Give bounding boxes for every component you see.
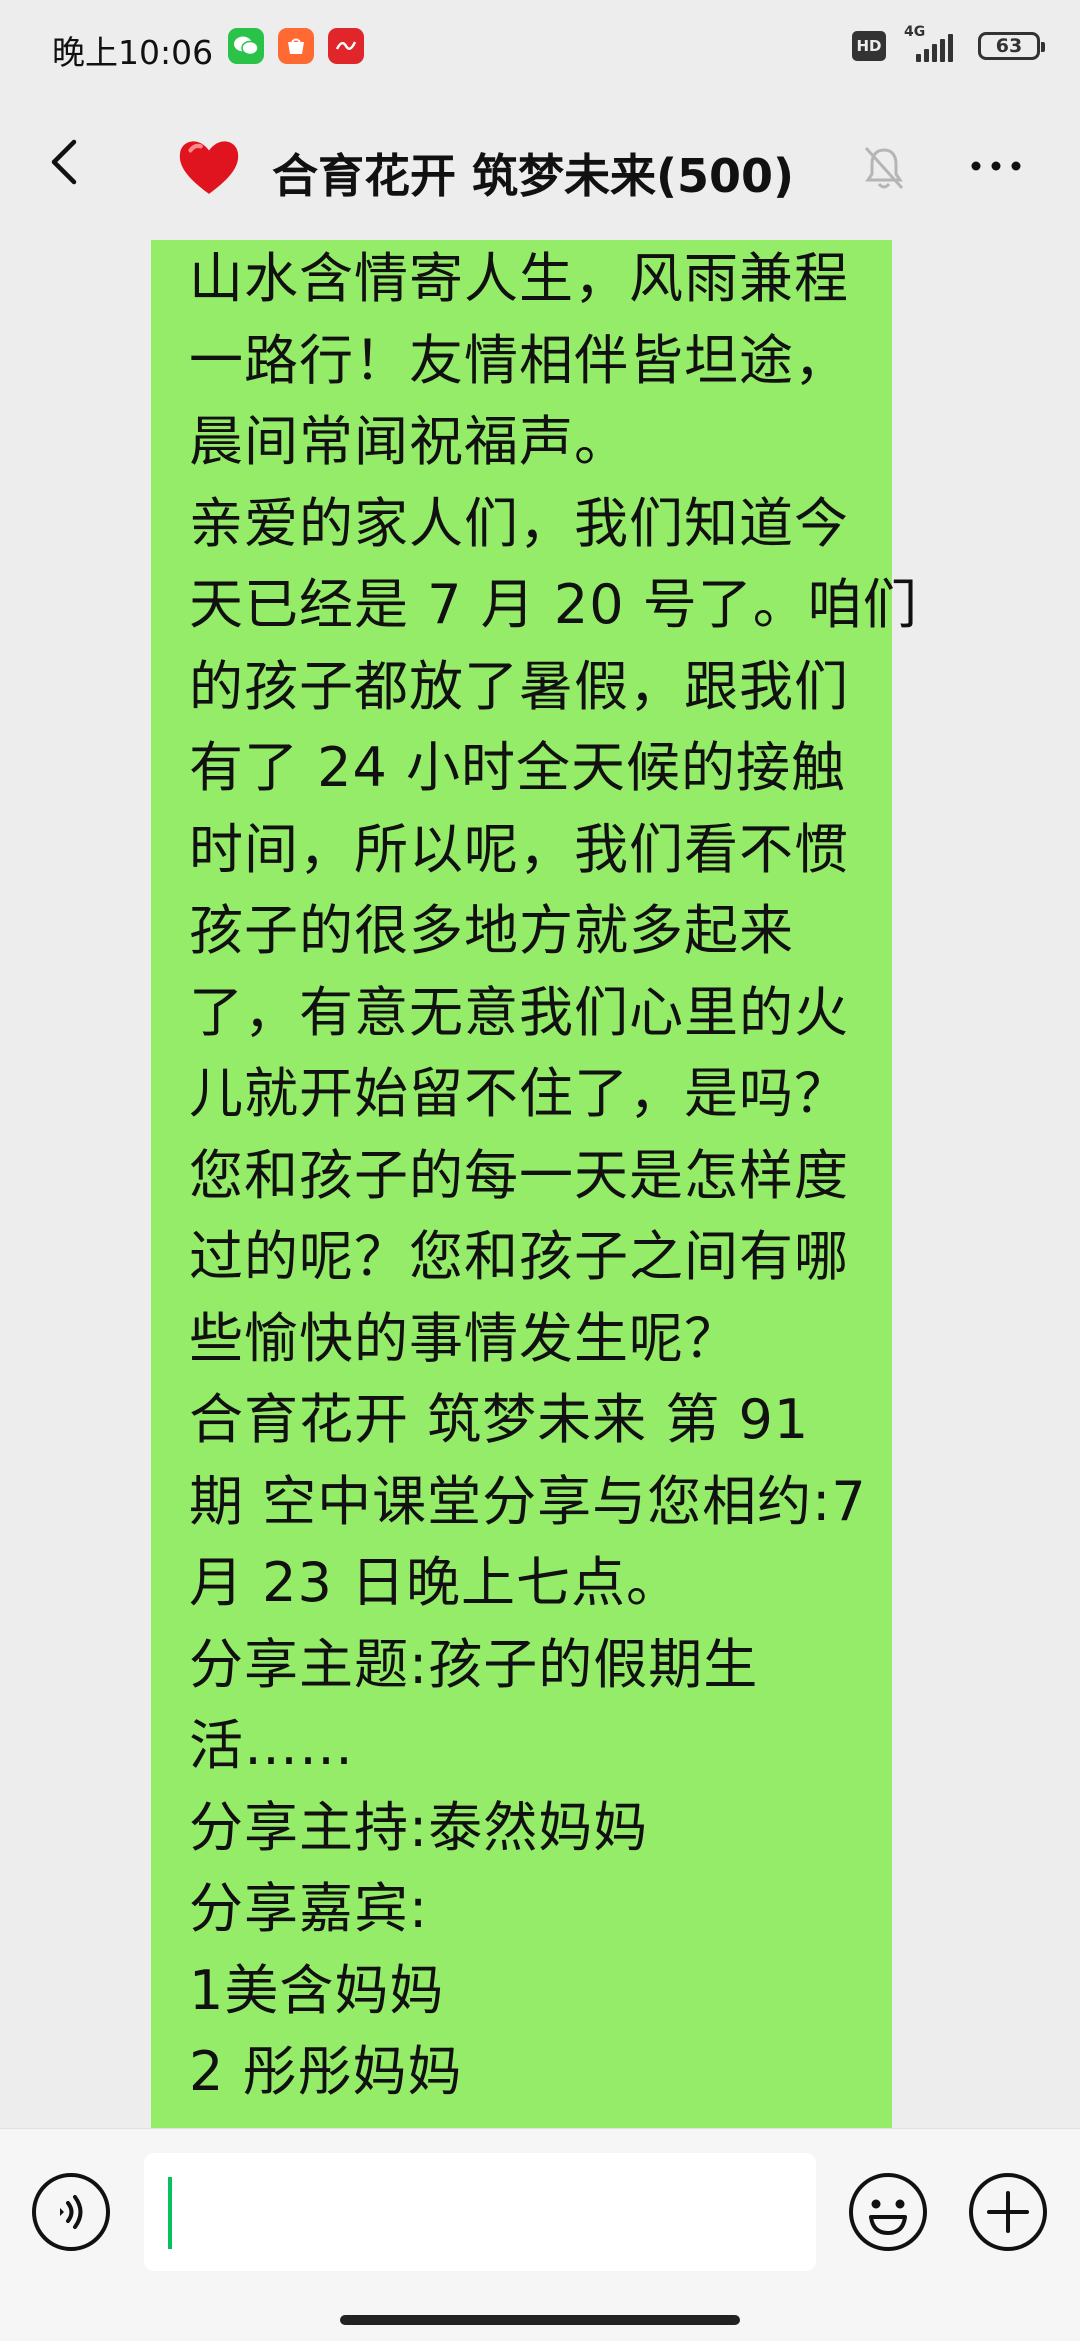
message-line: 活…… (189, 1714, 354, 1777)
message-line: 分享主持:泰然妈妈 (189, 1795, 649, 1859)
message-line: 分享主题:孩子的假期生 (189, 1632, 759, 1696)
message-line: 过的呢？您和孩子之间有哪 (189, 1225, 849, 1288)
more-options-icon[interactable] (966, 146, 1026, 186)
message-bubble[interactable]: 山水含情寄人生，风雨兼程 一路行！友情相伴皆坦途， 晨间常闻祝福声。 亲爱的家人… (151, 240, 918, 2128)
signal-icon: 4G (900, 24, 964, 64)
home-indicator[interactable] (340, 2315, 740, 2325)
message-line: 您和孩子的每一天是怎样度 (189, 1143, 849, 1207)
wechat-icon (228, 28, 264, 64)
message-line: 孩子的很多地方就多起来 (189, 899, 794, 962)
battery-icon: 63 (978, 32, 1045, 60)
battery-level: 63 (995, 35, 1023, 57)
back-arrow-icon[interactable] (36, 132, 96, 192)
message-line: 2 彤彤妈妈 (189, 2040, 463, 2103)
message-line: 月 23 日晚上七点。 (189, 1551, 682, 1614)
message-line: 分享嘉宾: (189, 1877, 429, 1940)
message-line: 儿就开始留不住了，是吗？ (189, 1062, 849, 1125)
emoji-icon[interactable] (847, 2171, 929, 2253)
chat-header: 合育花开 筑梦未来(500) (0, 96, 1080, 240)
message-line: 合育花开 筑梦未来 第 91 (189, 1388, 810, 1451)
text-caret (168, 2177, 172, 2249)
chat-title: 合育花开 筑梦未来(500) (272, 149, 795, 203)
message-line: 些愉快的事情发生呢？ (189, 1306, 739, 1370)
mute-bell-icon (864, 146, 904, 190)
message-line: 天已经是 7 月 20 号了。咱们 (189, 573, 918, 636)
message-line: 期 空中课堂分享与您相约:7 (189, 1469, 867, 1533)
message-text: 山水含情寄人生，风雨兼程 一路行！友情相伴皆坦途， 晨间常闻祝福声。 亲爱的家人… (189, 240, 918, 2113)
message-line: 晨间常闻祝福声。 (189, 410, 629, 473)
message-line: 亲爱的家人们，我们知道今 (189, 491, 849, 555)
status-time: 晚上10:06 (52, 33, 214, 72)
shopping-bag-icon (278, 28, 314, 64)
message-line: 一路行！友情相伴皆坦途， (189, 328, 849, 392)
message-line: 1美含妈妈 (189, 1958, 445, 2022)
hd-badge: HD (852, 31, 886, 61)
message-line: 了，有意无意我们心里的火 (189, 980, 849, 1044)
voice-input-icon[interactable] (30, 2171, 112, 2253)
chat-message-list[interactable]: 山水含情寄人生，风雨兼程 一路行！友情相伴皆坦途， 晨间常闻祝福声。 亲爱的家人… (0, 240, 1080, 2128)
message-line: 山水含情寄人生，风雨兼程 (189, 247, 849, 310)
message-line: 的孩子都放了暑假，跟我们 (189, 654, 849, 718)
xuexi-app-icon (328, 28, 364, 64)
add-more-icon[interactable] (967, 2171, 1049, 2253)
message-line: 时间，所以呢，我们看不惯 (189, 817, 849, 881)
message-line: 有了 24 小时全天候的接触 (189, 736, 847, 799)
message-input[interactable] (144, 2153, 816, 2271)
input-bar (0, 2128, 1080, 2341)
status-bar: 晚上10:06 HD 4G 63 (0, 0, 1080, 96)
heart-icon (179, 141, 239, 194)
